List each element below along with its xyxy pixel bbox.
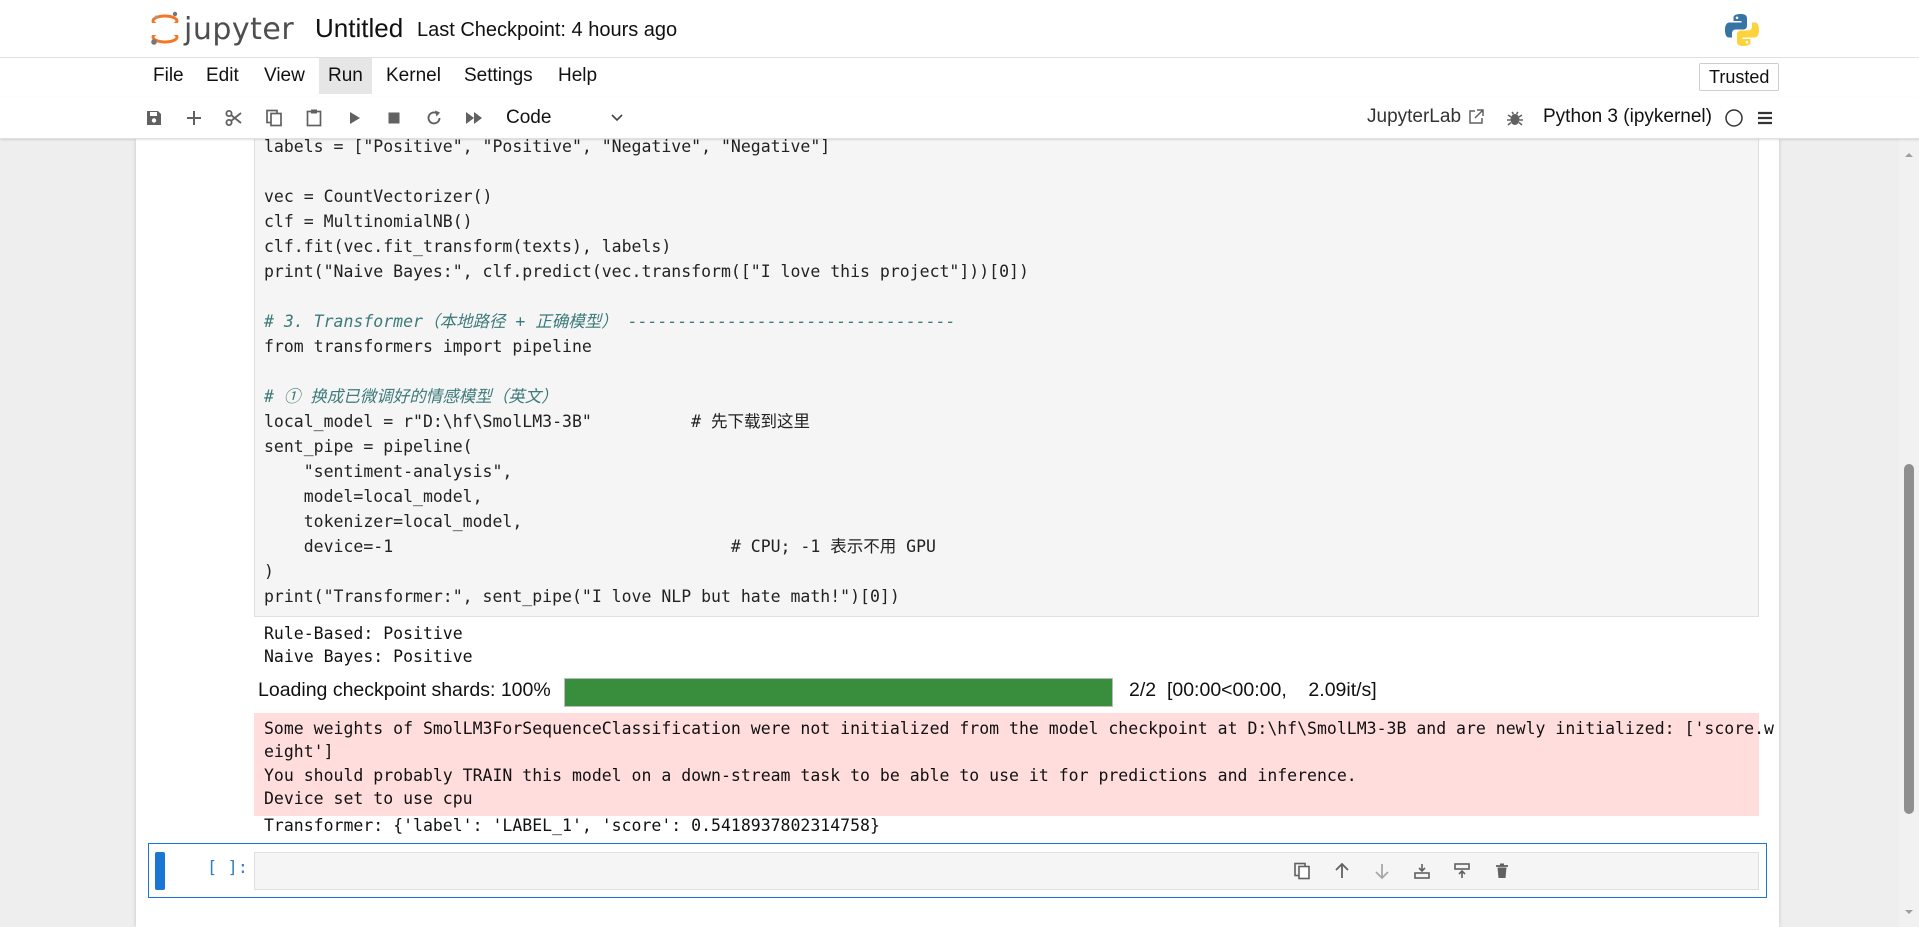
output-transformer: Transformer: {'label': 'LABEL_1', 'score… [264, 816, 880, 835]
code-cell-input[interactable]: labels = ["Positive", "Positive", "Negat… [254, 139, 1759, 617]
menu-help[interactable]: Help [549, 58, 606, 94]
menu-run[interactable]: Run [319, 58, 372, 94]
menu-edit[interactable]: Edit [197, 58, 248, 94]
add-cell-button[interactable] [181, 105, 207, 131]
cell-input-editor[interactable] [254, 852, 1759, 890]
run-all-button[interactable] [461, 105, 487, 131]
insert-cell-above-button[interactable] [1410, 859, 1434, 883]
cell-prompt: [ ]: [207, 858, 248, 878]
scroll-down-arrow-icon[interactable] [1903, 906, 1915, 918]
toolbar-menu-button[interactable] [1752, 105, 1778, 131]
output-naive-bayes: Naive Bayes: Positive [264, 647, 473, 666]
code-line: vec = CountVectorizer() [264, 187, 493, 206]
code-line: print("Transformer:", sent_pipe("I love … [264, 587, 900, 606]
add-cell-icon [187, 111, 201, 125]
scroll-up-arrow-icon[interactable] [1903, 149, 1915, 161]
header-bar: jupyter Untitled Last Checkpoint: 4 hour… [0, 0, 1919, 58]
code-line: "sentiment-analysis", [264, 462, 513, 481]
jupyterlab-link-label: JupyterLab [1367, 106, 1462, 127]
move-cell-up-button[interactable] [1330, 859, 1354, 883]
code-line: from transformers import pipeline [264, 337, 592, 356]
page-scrollbar[interactable] [1899, 139, 1919, 927]
cell-type-value: Code [506, 107, 552, 128]
scrollbar-thumb[interactable] [1904, 464, 1914, 814]
stderr-line: Device set to use cpu [264, 789, 473, 808]
cell-collapser[interactable] [155, 852, 165, 890]
duplicate-cell-button[interactable] [1290, 859, 1314, 883]
trusted-indicator[interactable]: Trusted [1699, 63, 1780, 91]
paste-button[interactable] [301, 105, 327, 131]
stderr-line: You should probably TRAIN this model on … [264, 766, 1357, 785]
menu-bar: File Edit View Run Kernel Settings Help [0, 58, 1919, 96]
kernel-idle-circle-icon [1725, 109, 1743, 127]
hamburger-menu-icon [1758, 111, 1772, 125]
restart-icon [427, 110, 441, 125]
code-line: device=-1 # CPU; -1 表示不用 GPU [264, 537, 936, 556]
notebook-body: labels = ["Positive", "Positive", "Negat… [136, 139, 1779, 927]
progress-label: Loading checkpoint shards: 100% [258, 679, 551, 701]
kernel-name[interactable]: Python 3 (ipykernel) [1543, 106, 1712, 128]
active-code-cell[interactable]: [ ]: [148, 843, 1767, 898]
paste-icon [306, 109, 322, 127]
code-comment-line: # 3. Transformer（本地路径 + 正确模型） ----------… [264, 312, 956, 331]
checkpoint-status: Last Checkpoint: 4 hours ago [417, 19, 678, 41]
copy-icon [266, 109, 282, 127]
code-line: ) [264, 562, 274, 581]
run-icon [350, 112, 360, 124]
run-button[interactable] [341, 105, 367, 131]
progress-stats: 2/2 [00:00<00:00, 2.09it/s] [1129, 679, 1377, 701]
notebook-panel: labels = ["Positive", "Positive", "Negat… [0, 139, 1919, 927]
stderr-line: Some weights of SmolLM3ForSequenceClassi… [264, 719, 1774, 738]
code-line: labels = ["Positive", "Positive", "Negat… [264, 139, 831, 156]
menu-file[interactable]: File [144, 58, 193, 94]
menu-settings[interactable]: Settings [455, 58, 542, 94]
code-line: tokenizer=local_model, [264, 512, 523, 531]
move-cell-down-button[interactable] [1370, 859, 1394, 883]
restart-button[interactable] [421, 105, 447, 131]
move-down-icon [1375, 864, 1389, 880]
debugger-button[interactable] [1502, 105, 1528, 131]
code-line: clf.fit(vec.fit_transform(texts), labels… [264, 237, 672, 256]
notebook-toolbar: Code JupyterLab Python 3 (ipykernel) [0, 97, 1919, 139]
stderr-line: eight'] [264, 742, 334, 761]
cell-type-select[interactable]: Code [506, 105, 630, 131]
jupyterlab-link[interactable]: JupyterLab [1367, 106, 1485, 128]
jupyter-logo-icon [150, 11, 180, 45]
code-line: clf = MultinomialNB() [264, 212, 473, 231]
code-line: model=local_model, [264, 487, 483, 506]
delete-cell-button[interactable] [1490, 859, 1514, 883]
progress-fill [565, 679, 1112, 706]
stderr-output: Some weights of SmolLM3ForSequenceClassi… [254, 713, 1774, 816]
menu-view[interactable]: View [255, 58, 314, 94]
run-all-icon [466, 112, 482, 124]
output-rule-based: Rule-Based: Positive [264, 624, 463, 643]
code-line: print("Naive Bayes:", clf.predict(vec.tr… [264, 262, 1029, 281]
brand-text: jupyter [184, 11, 295, 47]
code-line: local_model = r"D:\hf\SmolLM3-3B" # 先下载到… [264, 412, 811, 431]
code-comment-line: # ① 换成已微调好的情感模型（英文） [264, 387, 558, 406]
stop-button[interactable] [381, 105, 407, 131]
save-button[interactable] [141, 105, 167, 131]
jupyter-logo[interactable]: jupyter [150, 8, 294, 50]
notebook-title[interactable]: Untitled [315, 13, 403, 44]
python-kernel-logo-icon [1725, 14, 1759, 46]
stop-icon [388, 112, 400, 124]
insert-below-icon [1454, 863, 1470, 878]
cut-icon [225, 110, 242, 126]
duplicate-icon [1294, 862, 1310, 880]
copy-button[interactable] [261, 105, 287, 131]
delete-icon [1496, 863, 1508, 878]
move-up-icon [1335, 862, 1349, 878]
menu-kernel[interactable]: Kernel [377, 58, 450, 94]
external-link-icon [1469, 109, 1484, 124]
code-line: sent_pipe = pipeline( [264, 437, 473, 456]
save-icon [147, 111, 161, 125]
progress-bar [564, 678, 1113, 707]
bug-icon [1507, 111, 1523, 126]
insert-cell-below-button[interactable] [1450, 859, 1474, 883]
insert-above-icon [1414, 864, 1430, 879]
chevron-down-icon [611, 114, 623, 122]
kernel-status [1721, 105, 1747, 131]
cut-button[interactable] [221, 105, 247, 131]
